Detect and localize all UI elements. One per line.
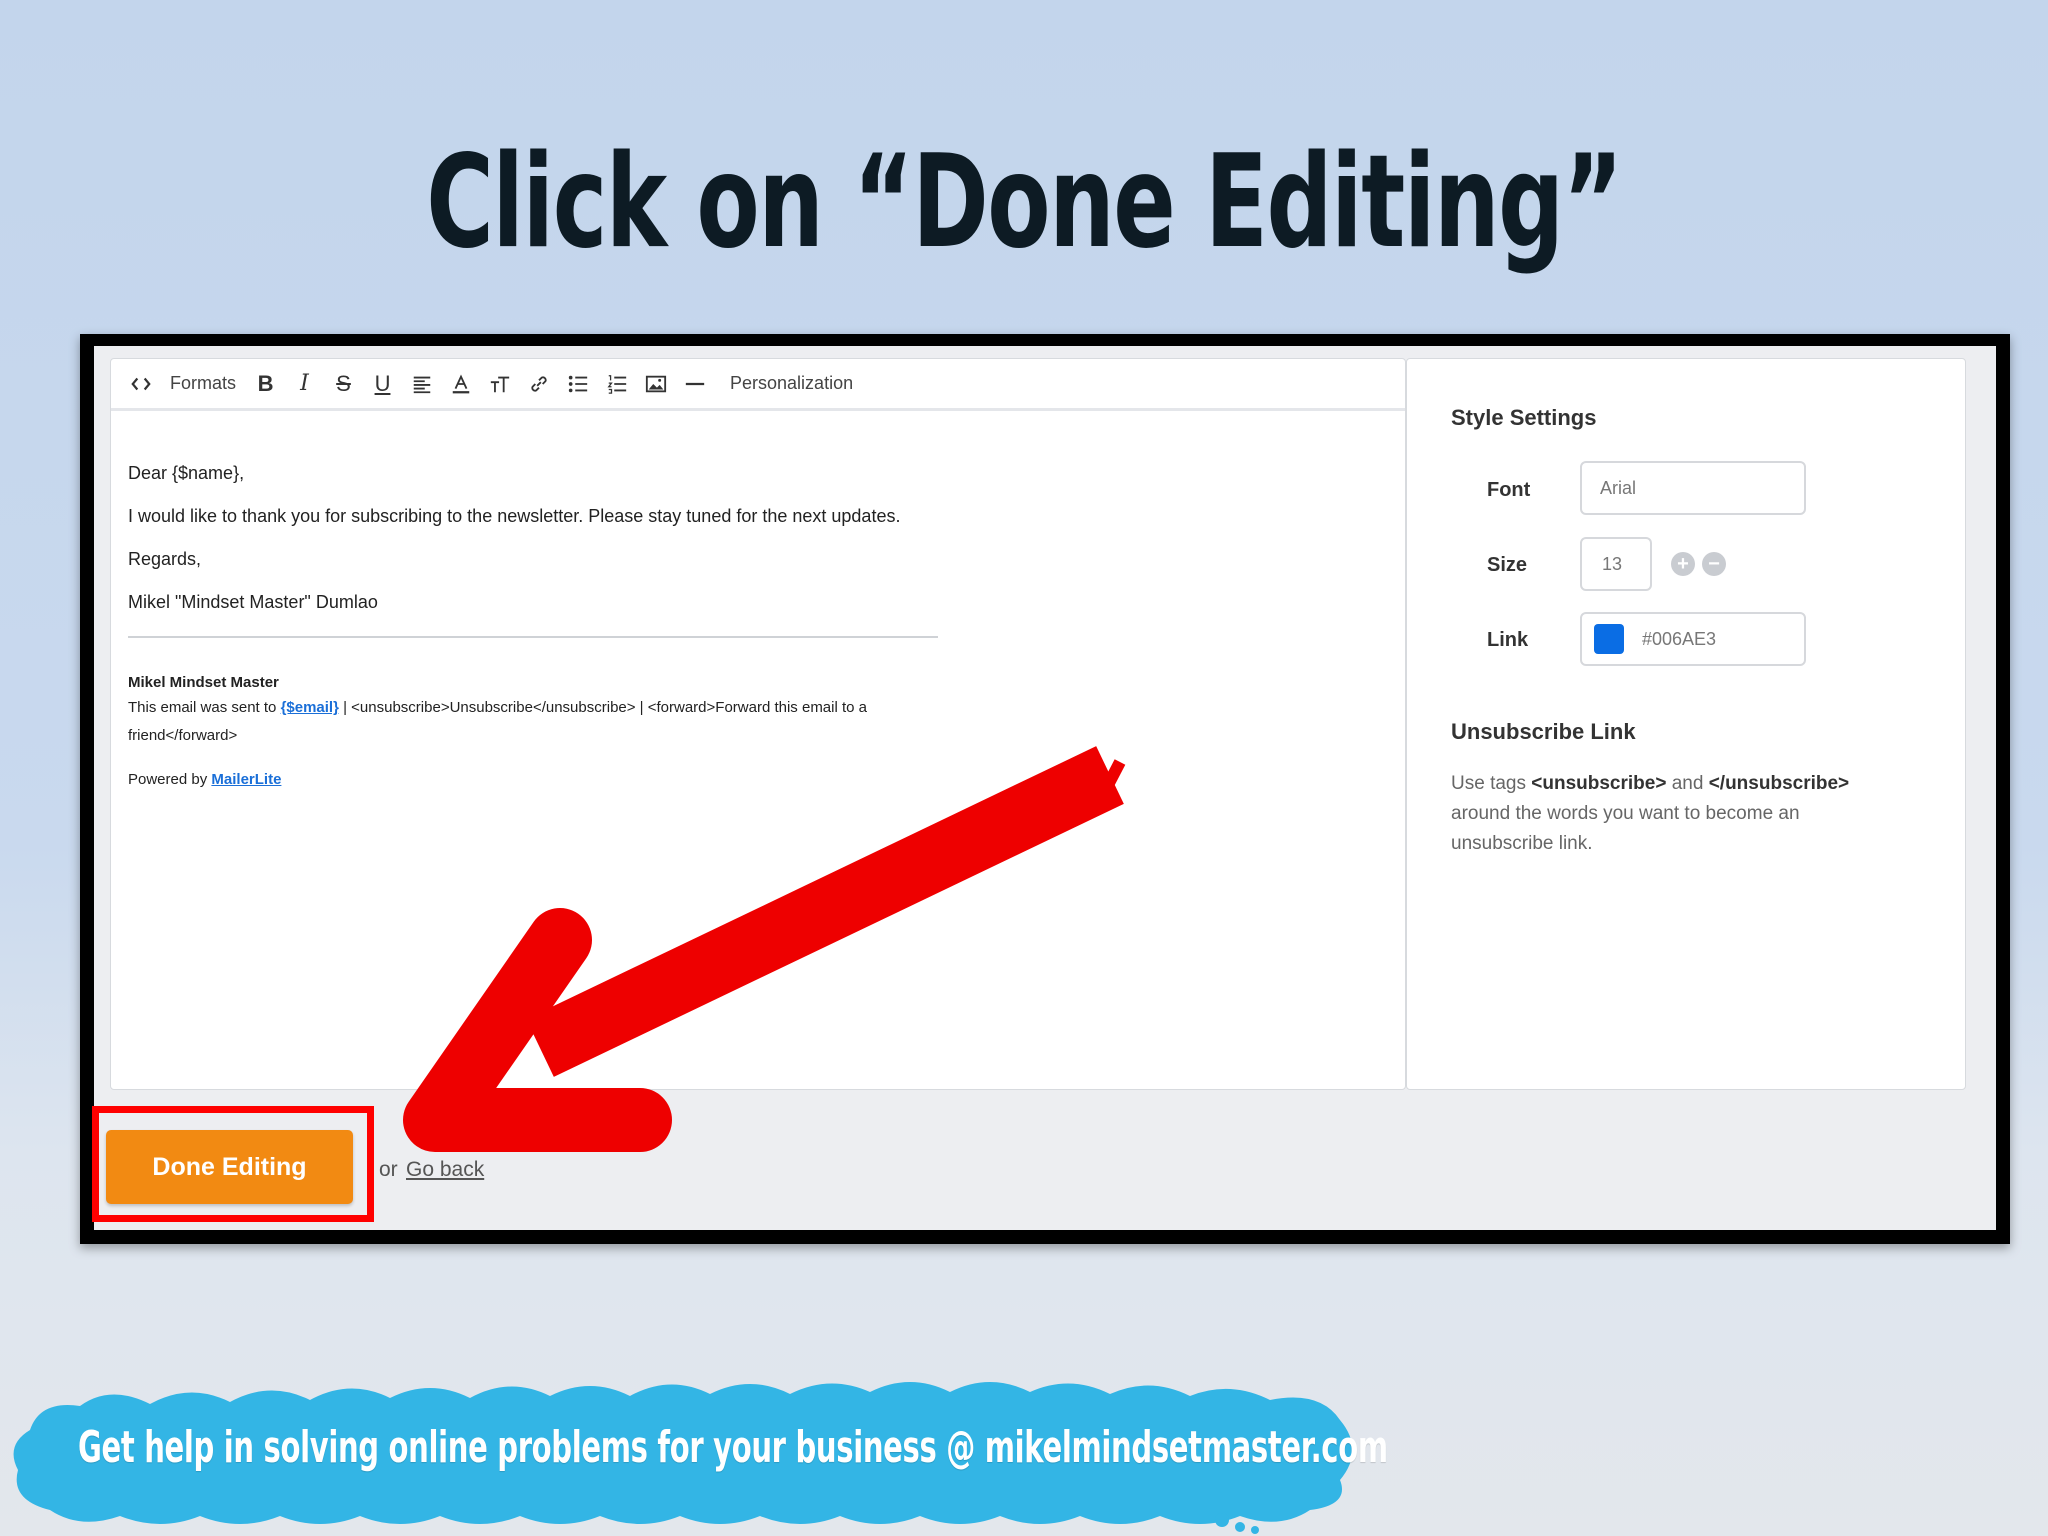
email-editor-panel: Formats B I S U Personalization Dear {$n… [110, 358, 1406, 1090]
email-regards: Regards, [128, 549, 202, 569]
highlight-box [92, 1106, 374, 1222]
footer-notice: This email was sent to {$email} | <unsub… [128, 694, 948, 750]
personalization-dropdown[interactable]: Personalization [714, 368, 863, 400]
text-size-icon[interactable] [480, 368, 519, 400]
email-divider [128, 636, 938, 638]
align-icon[interactable] [402, 368, 441, 400]
footer-sent-prefix: This email was sent to [128, 699, 277, 716]
editor-screen: Formats B I S U Personalization Dear {$n… [94, 346, 1996, 1230]
mailerlite-link[interactable]: MailerLite [211, 771, 281, 788]
powered-prefix: Powered by [128, 771, 208, 788]
unsub-text-suffix: around the words you want to become an u… [1451, 803, 1800, 854]
link-label: Link [1487, 629, 1529, 651]
code-icon[interactable] [121, 368, 160, 400]
numbered-list-icon[interactable] [597, 368, 636, 400]
slide-title: Click on “Done Editing” [426, 128, 1623, 277]
email-signature: Mikel "Mindset Master" Dumlao [128, 592, 378, 612]
underline-icon[interactable]: U [363, 368, 402, 400]
editor-toolbar: Formats B I S U Personalization [111, 359, 1405, 411]
italic-icon[interactable]: I [285, 368, 324, 400]
style-settings-title: Style Settings [1451, 405, 1597, 430]
unsub-tag-close: </unsubscribe> [1708, 773, 1850, 794]
or-text: or [379, 1158, 398, 1181]
link-color-field[interactable]: #006AE3 [1580, 612, 1806, 666]
style-settings-panel: Style Settings Font Arial Size 13 + − Li… [1406, 358, 1966, 1090]
font-label: Font [1487, 479, 1531, 501]
size-field[interactable]: 13 [1580, 537, 1652, 591]
unsubscribe-help-text: Use tags <unsubscribe> and </unsubscribe… [1451, 769, 1901, 859]
footer-email-link[interactable]: {$email} [281, 699, 339, 716]
unsub-tag-open: <unsubscribe> [1531, 773, 1667, 794]
size-increase-button[interactable]: + [1671, 552, 1695, 576]
email-body-text: I would like to thank you for subscribin… [128, 506, 901, 526]
footer-sender-name: Mikel Mindset Master [128, 674, 279, 691]
unsubscribe-link-title: Unsubscribe Link [1451, 719, 1636, 744]
bold-icon[interactable]: B [246, 368, 285, 400]
image-icon[interactable] [636, 368, 675, 400]
horizontal-rule-icon[interactable] [675, 368, 714, 400]
text-color-icon[interactable] [441, 368, 480, 400]
strikethrough-icon[interactable]: S [324, 368, 363, 400]
unsub-text-and: and [1671, 773, 1704, 794]
size-label: Size [1487, 554, 1528, 576]
link-icon[interactable] [519, 368, 558, 400]
unsub-text-prefix: Use tags [1451, 773, 1526, 794]
size-decrease-button[interactable]: − [1702, 552, 1726, 576]
footer-banner-text: Get help in solving online problems for … [78, 1422, 1388, 1473]
link-color-swatch[interactable] [1594, 624, 1624, 654]
link-color-value: #006AE3 [1642, 628, 1717, 649]
go-back-link[interactable]: Go back [406, 1158, 484, 1182]
powered-by: Powered by MailerLite [128, 766, 958, 794]
email-content[interactable]: Dear {$name}, I would like to thank you … [128, 459, 958, 794]
email-greeting: Dear {$name}, [128, 463, 245, 483]
bulleted-list-icon[interactable] [558, 368, 597, 400]
font-field[interactable]: Arial [1580, 461, 1806, 515]
formats-dropdown[interactable]: Formats [160, 368, 246, 400]
